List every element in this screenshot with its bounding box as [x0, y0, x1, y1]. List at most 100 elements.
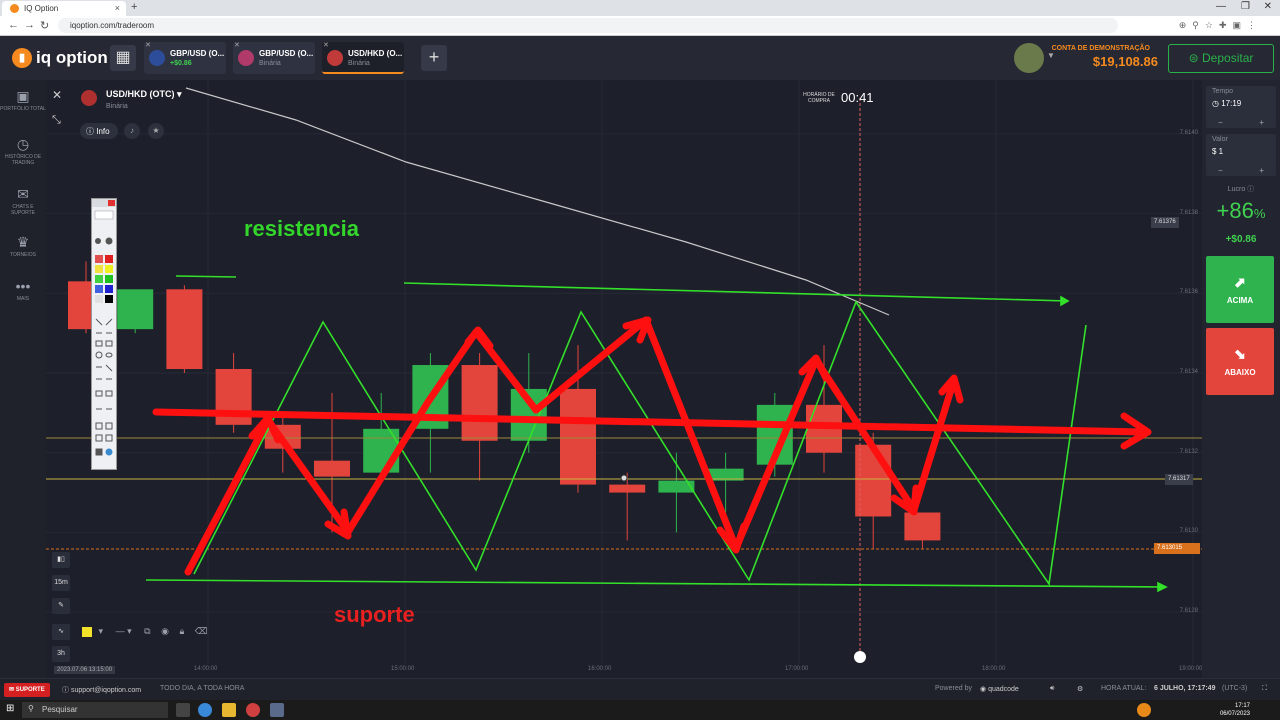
briefcase-icon: ▣: [16, 88, 30, 104]
support-line: [145, 579, 1167, 588]
sidebar-item-history[interactable]: ◷ HISTÓRICO DE TRADING: [0, 136, 46, 166]
sidebar-item-tournaments[interactable]: ♛ TORNEIOS: [0, 234, 46, 258]
volume-icon[interactable]: 🔊︎: [1050, 685, 1054, 693]
status-bar: ✉ SUPORTE ⓘ support@iqoption.com TODO DI…: [0, 678, 1280, 700]
x-tick-label: 14:00:00: [194, 666, 218, 672]
x-tick-label: 17:00:00: [785, 666, 809, 672]
profit-label: Lucro ⓘ: [1227, 186, 1255, 193]
support-button[interactable]: ✉ SUPORTE: [4, 683, 50, 697]
powered-by-label: Powered by: [935, 685, 972, 692]
chevron-down-icon[interactable]: ▼: [1047, 51, 1055, 60]
trophy-icon: ♛: [16, 234, 30, 250]
maximize-icon[interactable]: ❐: [1241, 1, 1250, 12]
asset-grid-button[interactable]: ▦: [110, 45, 136, 71]
deposit-button[interactable]: ⊜ Depositar: [1168, 44, 1274, 73]
candle: [215, 353, 252, 433]
url-field[interactable]: iqoption.com/traderoom: [58, 18, 1118, 33]
asset-selector[interactable]: USD/HKD (OTC) ▾: [106, 89, 182, 100]
time-minus-button[interactable]: −: [1218, 118, 1223, 127]
chrome-icon[interactable]: [198, 703, 212, 717]
resistance-annotation: resistencia: [244, 216, 359, 241]
y-tick-label: 7.6136: [1179, 289, 1198, 296]
close-tab-icon[interactable]: ✕: [323, 41, 329, 49]
browser-tab-strip: IQ Option × + — ❐ ✕: [0, 0, 1280, 16]
y-tick-label: 7.6134: [1179, 369, 1198, 375]
eye-icon[interactable]: ◉: [161, 626, 169, 636]
close-tab-icon[interactable]: ✕: [234, 41, 240, 49]
timeframe-button[interactable]: 15m: [52, 575, 70, 591]
close-chart-icon[interactable]: ✕: [52, 88, 62, 102]
back-icon[interactable]: ←: [8, 19, 19, 31]
trash-icon[interactable]: ⌫: [195, 626, 208, 636]
time-plus-button[interactable]: +: [1259, 118, 1264, 127]
x-tick-label: 15:00:00: [391, 666, 415, 672]
copy-icon[interactable]: ⧉: [144, 626, 150, 636]
chart-canvas[interactable]: [46, 80, 1202, 678]
call-up-button[interactable]: ⬈ ACIMA: [1206, 256, 1274, 323]
taskbar-clock[interactable]: 17:17 06/07/2023: [1220, 702, 1250, 718]
extension-icons[interactable]: ⊕⚲☆✚▣⋮: [1179, 20, 1262, 31]
palette-tools[interactable]: [92, 199, 116, 469]
sidebar-item-chat[interactable]: ✉ CHATS E SUPORTE: [0, 186, 46, 216]
bell-icon[interactable]: ♪: [124, 123, 140, 139]
fullscreen-icon[interactable]: ⛶: [1262, 685, 1267, 693]
avatar[interactable]: [1014, 43, 1044, 73]
add-asset-button[interactable]: +: [421, 45, 447, 71]
amount-selector[interactable]: Valor $ 1 − +: [1206, 134, 1276, 176]
info-button[interactable]: ⓘ Info: [80, 123, 118, 139]
settings-icon[interactable]: ⚙: [1077, 685, 1083, 693]
close-tab-icon[interactable]: ✕: [145, 41, 151, 49]
folder-icon[interactable]: [222, 703, 236, 717]
candles-layer: [68, 261, 941, 549]
lock-icon[interactable]: 🔒︎: [179, 626, 184, 636]
resistance-line: [403, 282, 1069, 302]
os-taskbar: ⊞ ⚲ Pesquisar 17:17 06/07/2023: [0, 700, 1280, 720]
task-view-icon[interactable]: [176, 703, 190, 717]
line-style-icon[interactable]: — ▾: [116, 626, 132, 636]
y-tick-label: 7.6128: [1179, 608, 1198, 615]
sidebar-item-more[interactable]: ••• MAIS: [0, 278, 46, 302]
windows-start-icon[interactable]: ⊞: [6, 703, 14, 714]
new-tab-button[interactable]: +: [131, 1, 137, 13]
asset-tab-1[interactable]: ✕ GBP/USD (O... +$0.86: [144, 42, 226, 74]
minimize-icon[interactable]: —: [1216, 1, 1226, 12]
browser-tab[interactable]: IQ Option ×: [2, 1, 126, 16]
reload-icon[interactable]: ↻: [40, 19, 49, 32]
amount-value[interactable]: $ 1: [1212, 147, 1223, 156]
asset-tab-3[interactable]: ✕ USD/HKD (O... Binária: [322, 42, 404, 74]
time-selector[interactable]: Tempo ◷ 17:19 − +: [1206, 86, 1276, 128]
indicators-button[interactable]: ∿: [52, 624, 70, 640]
account-balance[interactable]: $19,108.86: [1093, 54, 1158, 69]
close-palette-icon[interactable]: [108, 200, 115, 206]
tray-icon[interactable]: [1137, 703, 1151, 717]
amount-minus-button[interactable]: −: [1218, 166, 1223, 175]
drawing-palette-window[interactable]: [91, 198, 117, 470]
star-icon[interactable]: ★: [148, 123, 164, 139]
browser-tab-title: IQ Option: [24, 4, 59, 13]
close-tab-icon[interactable]: ×: [115, 3, 120, 13]
timer-end-icon[interactable]: [854, 651, 866, 663]
put-down-button[interactable]: ⬊ ABAIXO: [1206, 328, 1274, 395]
sidebar-item-portfolio[interactable]: ▣ PORTFÓLIO TOTAL: [0, 88, 46, 112]
period-button[interactable]: 3h: [52, 646, 70, 662]
info-icon: ⓘ: [86, 127, 97, 136]
logo-text: iq option: [36, 48, 108, 67]
close-window-icon[interactable]: ✕: [1264, 1, 1272, 12]
forward-icon[interactable]: →: [24, 19, 35, 31]
app-topbar: ▮ iq option ▦ ✕ GBP/USD (O... +$0.86 ✕ GB…: [0, 36, 1280, 80]
app-logo[interactable]: ▮ iq option: [12, 48, 108, 68]
chart-area[interactable]: ✕ ⤡ USD/HKD (OTC) ▾ Binária ⓘ Info ♪ ★ H…: [46, 80, 1202, 678]
support-email[interactable]: ⓘ support@iqoption.com: [62, 685, 141, 695]
draw-tool-button[interactable]: ✎: [52, 598, 70, 614]
app-icon-2[interactable]: [270, 703, 284, 717]
app-icon[interactable]: [246, 703, 260, 717]
asset-tab-2[interactable]: ✕ GBP/USD (O... Binária: [233, 42, 315, 74]
chart-type-button[interactable]: ▮▯: [52, 552, 70, 568]
history-icon: ◷: [16, 136, 30, 152]
chevron-down-icon[interactable]: ▾: [99, 626, 104, 636]
expand-icon[interactable]: ⤡: [52, 114, 61, 127]
current-time: 6 JULHO, 17:17:49: [1154, 685, 1216, 692]
taskbar-search[interactable]: ⚲ Pesquisar: [22, 702, 168, 718]
amount-plus-button[interactable]: +: [1259, 166, 1264, 175]
color-swatch[interactable]: [82, 626, 92, 637]
